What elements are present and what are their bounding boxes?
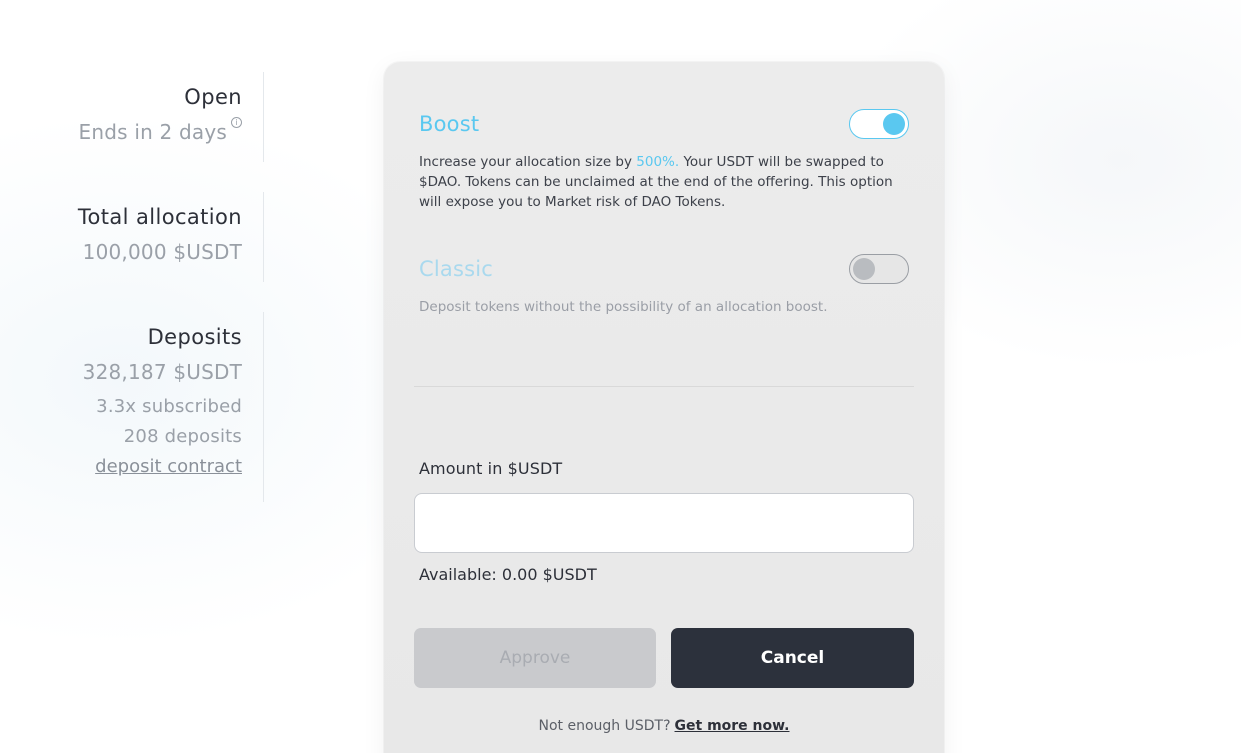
deposits-title: Deposits [147,325,242,349]
boost-desc-prefix: Increase your allocation size by [419,154,637,170]
boost-toggle-knob [883,113,905,135]
total-allocation-title: Total allocation [77,205,242,229]
info-icon[interactable]: i [231,117,242,128]
amount-input[interactable] [414,493,914,553]
classic-label: Classic [419,257,494,281]
amount-label: Amount in $USDT [419,459,563,478]
available-balance: Available: 0.00 $USDT [419,565,597,584]
deposit-card: Boost Increase your allocation size by 5… [384,62,944,753]
total-allocation-block: Total allocation 100,000 $USDT [0,192,264,282]
total-allocation-value: 100,000 $USDT [82,240,242,264]
cancel-button[interactable]: Cancel [671,628,914,688]
deposit-count: 208 deposits [123,426,242,447]
boost-toggle[interactable] [849,109,909,139]
divider [414,386,914,387]
footer-note: Not enough USDT? Get more now. [384,718,944,734]
deposit-contract-link[interactable]: deposit contract [0,452,242,482]
status-ends: Ends in 2 days i [0,112,242,152]
approve-button[interactable]: Approve [414,628,656,688]
classic-toggle-knob [853,258,875,280]
status-block: Open Ends in 2 days i [0,72,264,162]
deposits-block: Deposits 328,187 $USDT 3.3x subscribed 2… [0,312,264,502]
classic-toggle[interactable] [849,254,909,284]
get-more-link[interactable]: Get more now. [675,718,790,734]
subscribed-ratio: 3.3x subscribed [96,396,242,417]
classic-option-header: Classic [419,254,909,288]
not-enough-text: Not enough USDT? [538,718,671,734]
boost-percentage: 500%. [636,154,680,170]
deposits-value: 328,187 $USDT [82,360,242,384]
offering-stats: Open Ends in 2 days i Total allocation 10… [0,72,264,532]
classic-description: Deposit tokens without the possibility o… [419,299,828,315]
boost-description: Increase your allocation size by 500%. Y… [419,152,909,212]
status-ends-text: Ends in 2 days [78,120,227,144]
boost-label: Boost [419,112,480,136]
boost-option-header: Boost [419,109,909,143]
status-title: Open [184,85,242,109]
